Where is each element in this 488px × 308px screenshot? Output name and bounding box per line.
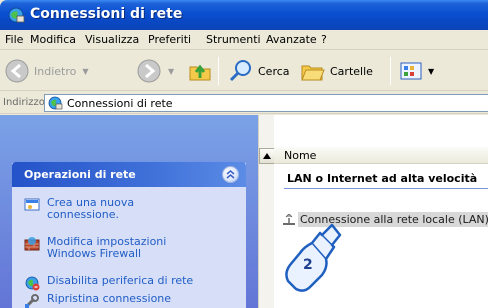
menu-modifica[interactable]: Modifica — [30, 33, 76, 46]
task-pane: Operazioni di rete Crea una nuova connes… — [0, 115, 258, 308]
address-label: Indirizzo — [3, 97, 45, 108]
toolbar-separator — [218, 57, 219, 85]
views-icon — [400, 62, 422, 80]
menu-preferiti[interactable]: Preferiti — [148, 33, 191, 46]
task-label: Ripristina connessione — [47, 292, 172, 305]
back-label: Indietro — [34, 64, 77, 78]
group-title: LAN o Internet ad alta velocità — [287, 172, 478, 185]
chevron-down-icon[interactable]: ▼ — [428, 67, 434, 76]
views-button[interactable]: ▼ — [400, 55, 434, 87]
back-arrow-icon — [5, 59, 29, 83]
toolbar: Indietro ▼ ▼ Cerca Cartelle ▼ — [0, 51, 488, 91]
task-label: Disabilita periferica di rete — [47, 274, 194, 287]
menu-bar: File Modifica Visualizza Preferiti Strum… — [0, 30, 488, 50]
repair-connection-icon — [24, 293, 40, 308]
firewall-icon — [24, 236, 40, 252]
toolbar-separator — [390, 57, 391, 85]
task-pane-scrollbar[interactable] — [258, 115, 275, 308]
forward-arrow-icon — [137, 59, 161, 83]
explorer-window: Connessioni di rete File Modifica Visual… — [0, 0, 488, 308]
task-create-connection[interactable]: Crea una nuova connessione. — [24, 197, 187, 221]
new-connection-icon — [24, 197, 40, 213]
task-disable-device[interactable]: Disabilita periferica di rete — [24, 275, 217, 291]
menu-file[interactable]: File — [5, 33, 23, 46]
task-label: Modifica impostazioni Windows Firewall — [47, 235, 167, 260]
forward-button[interactable]: ▼ — [136, 55, 174, 87]
back-button[interactable]: Indietro ▼ — [4, 55, 89, 87]
chevron-down-icon[interactable]: ▼ — [168, 67, 174, 76]
search-label: Cerca — [258, 64, 290, 78]
column-header-label: Nome — [284, 149, 317, 162]
column-header-name[interactable]: Nome — [274, 147, 488, 164]
folders-button[interactable]: Cartelle — [300, 55, 373, 87]
chevron-down-icon[interactable]: ▼ — [82, 67, 88, 76]
scroll-up-button[interactable] — [259, 148, 275, 164]
up-folder-icon — [189, 64, 211, 81]
search-button[interactable]: Cerca — [228, 55, 290, 87]
folders-label: Cartelle — [330, 64, 373, 78]
up-folder-button[interactable] — [188, 55, 212, 87]
group-divider — [284, 188, 488, 189]
folders-icon — [301, 65, 325, 81]
scroll-up-icon — [263, 153, 271, 159]
menu-help[interactable]: ? — [321, 33, 327, 46]
network-connections-icon — [7, 6, 25, 24]
menu-avanzate[interactable]: Avanzate — [266, 33, 317, 46]
task-label: Crea una nuova connessione. — [47, 196, 135, 221]
title-bar[interactable]: Connessioni di rete — [0, 0, 488, 30]
network-connections-icon — [47, 95, 63, 111]
search-icon — [229, 60, 251, 82]
collapse-icon[interactable] — [222, 166, 239, 183]
step-callout: 2 — [282, 223, 342, 295]
task-firewall-settings[interactable]: Modifica impostazioni Windows Firewall — [24, 236, 197, 260]
step-number: 2 — [303, 257, 313, 273]
address-value: Connessioni di rete — [67, 97, 173, 110]
network-tasks-header[interactable]: Operazioni di rete — [12, 162, 246, 187]
address-bar: Indirizzo Connessioni di rete — [0, 92, 488, 114]
menu-strumenti[interactable]: Strumenti — [206, 33, 261, 46]
window-title: Connessioni di rete — [30, 6, 183, 22]
panel-title: Operazioni di rete — [24, 168, 136, 181]
disable-device-icon — [24, 275, 40, 291]
menu-visualizza[interactable]: Visualizza — [85, 33, 139, 46]
address-field[interactable]: Connessioni di rete — [44, 94, 488, 112]
task-repair-connection[interactable]: Ripristina connessione — [24, 293, 217, 308]
